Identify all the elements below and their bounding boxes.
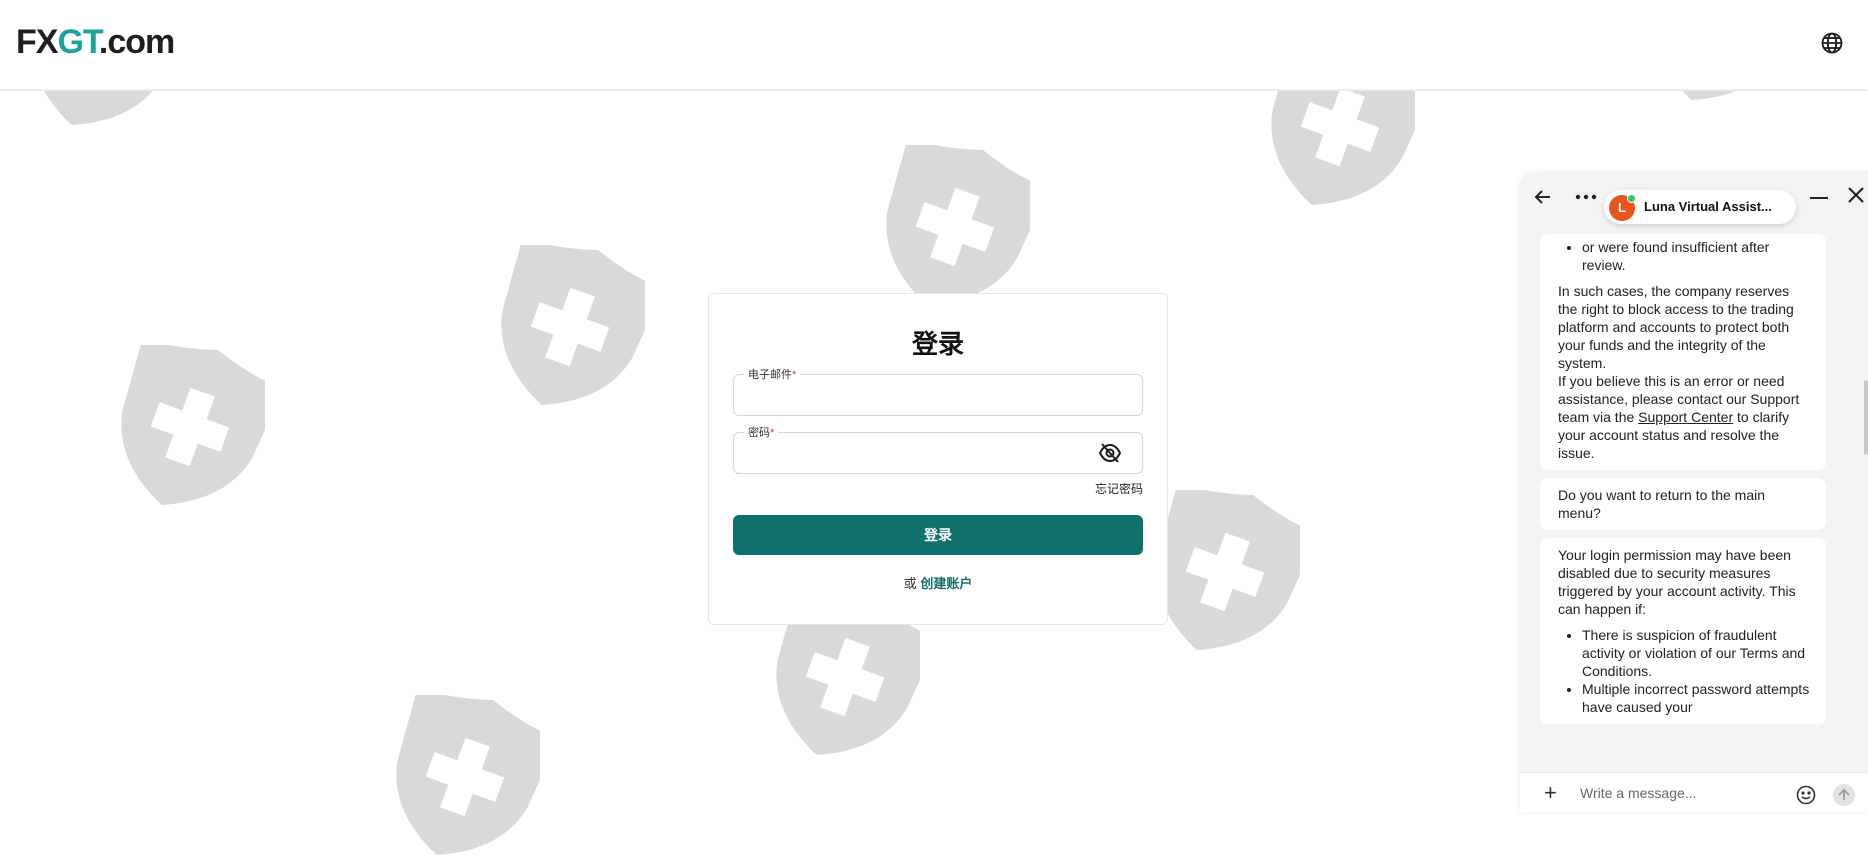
email-label: 电子邮件* bbox=[744, 366, 801, 382]
agent-name: Luna Virtual Assist... bbox=[1644, 199, 1772, 214]
send-icon[interactable] bbox=[1832, 783, 1856, 807]
create-account-row: 或 创建账户 bbox=[709, 573, 1167, 592]
password-label: 密码* bbox=[744, 424, 779, 440]
message-text: Do you want to return to the main menu? bbox=[1558, 487, 1765, 521]
password-field[interactable]: 密码* bbox=[733, 424, 1143, 474]
agent-pill[interactable]: L Luna Virtual Assist... bbox=[1604, 190, 1796, 224]
forgot-password-link[interactable]: 忘记密码 bbox=[1095, 480, 1143, 497]
logo-fx: FX bbox=[16, 23, 58, 61]
email-field[interactable]: 电子邮件* bbox=[733, 366, 1143, 416]
watermark-shield bbox=[1150, 490, 1300, 655]
watermark-shield bbox=[880, 145, 1030, 310]
globe-icon[interactable] bbox=[1820, 31, 1844, 55]
message-bullet: There is suspicion of fraudulent activit… bbox=[1582, 626, 1810, 680]
page-scrollbar[interactable] bbox=[1864, 380, 1868, 455]
close-icon[interactable] bbox=[1848, 187, 1864, 203]
fxgt-logo[interactable]: FXGT.com bbox=[16, 22, 175, 62]
chat-message: Your login permission may have been disa… bbox=[1540, 538, 1826, 724]
login-button[interactable]: 登录 bbox=[733, 515, 1143, 555]
email-input[interactable] bbox=[744, 383, 1088, 407]
message-input[interactable] bbox=[1578, 781, 1782, 805]
chat-panel: L Luna Virtual Assist... or were found i… bbox=[1520, 172, 1868, 812]
chat-message: or were found insufficient after review.… bbox=[1540, 234, 1826, 470]
chat-message: Do you want to return to the main menu? bbox=[1540, 478, 1826, 530]
create-account-link[interactable]: 创建账户 bbox=[920, 576, 972, 591]
message-list: or were found insufficient after review.… bbox=[1540, 234, 1826, 732]
logo-gt: GT bbox=[57, 23, 99, 61]
emoji-icon[interactable] bbox=[1796, 785, 1816, 805]
eye-off-icon[interactable] bbox=[1098, 442, 1122, 464]
password-input[interactable] bbox=[744, 441, 1088, 465]
login-card: 登录 电子邮件* 密码* 忘记密码 登录 或 创建账户 bbox=[708, 293, 1168, 625]
message-text: In such cases, the company reserves the … bbox=[1558, 283, 1794, 371]
arrow-left-icon[interactable] bbox=[1534, 188, 1552, 206]
message-text: Your login permission may have been disa… bbox=[1558, 547, 1796, 617]
login-title: 登录 bbox=[911, 329, 964, 359]
watermark-shield bbox=[390, 695, 540, 860]
logo-domain: .com bbox=[98, 23, 175, 61]
avatar: L bbox=[1609, 194, 1636, 221]
message-composer: + bbox=[1520, 772, 1868, 812]
message-text: If you believe this is an error or need … bbox=[1558, 373, 1800, 461]
top-header: FXGT.com bbox=[0, 0, 1868, 91]
message-bullet: Multiple incorrect password attempts hav… bbox=[1582, 680, 1810, 716]
online-dot bbox=[1627, 194, 1636, 203]
support-center-link[interactable]: Support Center bbox=[1638, 409, 1733, 425]
minimize-icon[interactable] bbox=[1810, 196, 1828, 200]
watermark-shield bbox=[495, 245, 645, 410]
more-dots-icon[interactable] bbox=[1575, 194, 1597, 200]
watermark-shield bbox=[115, 345, 265, 510]
plus-icon[interactable]: + bbox=[1544, 782, 1557, 804]
create-prefix: 或 bbox=[903, 576, 917, 591]
message-bullet: or were found insufficient after review. bbox=[1582, 238, 1810, 274]
